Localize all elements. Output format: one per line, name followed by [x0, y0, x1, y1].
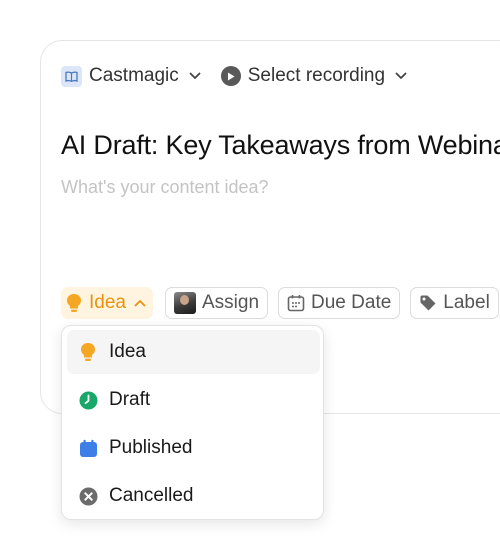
- play-icon: [220, 66, 241, 86]
- calendar-icon: [287, 294, 305, 312]
- status-option-label: Cancelled: [109, 485, 194, 506]
- status-dropdown: Idea Draft Published Cancelled: [61, 325, 324, 520]
- draft-title[interactable]: AI Draft: Key Takeaways from Webina: [61, 130, 500, 161]
- status-option-label: Published: [109, 437, 193, 458]
- chevron-down-icon: [395, 72, 407, 80]
- due-date-chip-label: Due Date: [311, 292, 392, 313]
- recording-label: Select recording: [247, 65, 386, 86]
- status-chip[interactable]: Idea: [61, 287, 153, 319]
- status-option-published[interactable]: Published: [67, 426, 320, 470]
- assign-chip-label: Assign: [201, 292, 260, 313]
- status-option-cancelled[interactable]: Cancelled: [67, 474, 320, 518]
- recording-selector[interactable]: Select recording: [220, 65, 407, 87]
- status-chip-label: Idea: [89, 292, 126, 313]
- book-icon: [61, 65, 82, 87]
- property-chips: Idea Assign Due Date Label: [61, 287, 500, 319]
- due-date-chip[interactable]: Due Date: [278, 287, 401, 319]
- status-option-idea[interactable]: Idea: [67, 330, 320, 374]
- tag-icon: [419, 294, 437, 312]
- status-option-label: Draft: [109, 389, 151, 410]
- bulb-icon: [78, 342, 98, 362]
- assign-chip[interactable]: Assign: [164, 287, 269, 319]
- card-toolbar: Castmagic Select recording: [61, 64, 407, 88]
- bulb-icon: [65, 293, 83, 313]
- workspace-label: Castmagic: [89, 65, 179, 86]
- status-option-draft[interactable]: Draft: [67, 378, 320, 422]
- avatar: [173, 292, 196, 314]
- workspace-selector[interactable]: Castmagic: [61, 65, 201, 87]
- content-idea-input[interactable]: What's your content idea?: [61, 177, 269, 198]
- status-option-label: Idea: [109, 341, 146, 362]
- clock-icon: [78, 390, 98, 410]
- label-chip-label: Label: [443, 292, 490, 313]
- cancel-icon: [78, 486, 98, 506]
- calendar-icon: [78, 438, 98, 458]
- chevron-down-icon: [189, 72, 201, 80]
- chevron-up-icon: [134, 299, 146, 307]
- label-chip[interactable]: Label: [410, 287, 499, 319]
